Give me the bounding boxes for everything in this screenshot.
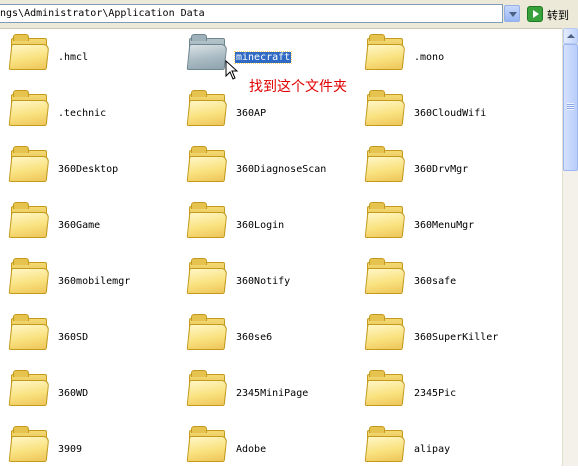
- folder-item[interactable]: 360DiagnoseScan: [186, 144, 365, 194]
- folder-item[interactable]: 360mobilemgr: [8, 256, 187, 306]
- folder-item[interactable]: .technic: [8, 88, 187, 138]
- go-label: 转到: [547, 9, 569, 22]
- go-button[interactable]: 转到: [525, 4, 578, 24]
- folder-item[interactable]: 360Game: [8, 200, 187, 250]
- folder-name: 2345Pic: [414, 388, 457, 399]
- folder-icon: [186, 258, 228, 294]
- folder-icon: [186, 146, 228, 182]
- folder-item[interactable]: 360Notify: [186, 256, 365, 306]
- folder-item[interactable]: .hmcl: [8, 32, 187, 82]
- folder-name: 360Notify: [236, 276, 291, 287]
- folder-item[interactable]: alipay: [364, 424, 543, 474]
- folder-icon: [364, 314, 406, 350]
- scroll-up-arrow-icon[interactable]: [563, 28, 578, 44]
- folder-item[interactable]: 3909: [8, 424, 187, 474]
- folder-icon: [186, 314, 228, 350]
- folder-icon: [8, 202, 50, 238]
- folder-name: 360Desktop: [58, 164, 119, 175]
- folder-item[interactable]: .mono: [364, 32, 543, 82]
- folder-icon: [364, 202, 406, 238]
- folder-name: Adobe: [236, 444, 267, 455]
- folder-item[interactable]: 360SuperKiller: [364, 312, 543, 362]
- folder-icon: [186, 202, 228, 238]
- folder-name: 360Game: [58, 220, 101, 231]
- folder-name: 360mobilemgr: [58, 276, 131, 287]
- folder-icon: [8, 90, 50, 126]
- folder-name: 360SD: [58, 332, 89, 343]
- folder-name: 3909: [58, 444, 83, 455]
- folder-name: 360WD: [58, 388, 89, 399]
- folder-item[interactable]: 360WD: [8, 368, 187, 418]
- folder-icon: [186, 426, 228, 462]
- folder-icon: [364, 258, 406, 294]
- folder-icon: [186, 370, 228, 406]
- address-toolbar: ngs\Administrator\Application Data 转到: [0, 0, 578, 29]
- folder-name: 360AP: [236, 108, 267, 119]
- folder-name: 360DiagnoseScan: [236, 164, 327, 175]
- folder-icon: [186, 34, 228, 70]
- folder-item[interactable]: 2345MiniPage: [186, 368, 365, 418]
- folder-name: 360se6: [236, 332, 273, 343]
- folder-name: 360Login: [236, 220, 285, 231]
- vertical-scrollbar[interactable]: [562, 28, 578, 466]
- folder-icon: [364, 370, 406, 406]
- folder-icon: [8, 370, 50, 406]
- folder-item[interactable]: 360Login: [186, 200, 365, 250]
- folder-name: 360MenuMgr: [414, 220, 475, 231]
- folder-name: .mono: [414, 52, 445, 63]
- folder-name: 360CloudWifi: [414, 108, 487, 119]
- address-path: ngs\Administrator\Application Data: [0, 8, 205, 19]
- folder-item[interactable]: 360DrvMgr: [364, 144, 543, 194]
- go-arrow-icon: [527, 6, 543, 22]
- annotation-text: 找到这个文件夹: [249, 79, 347, 95]
- address-input[interactable]: ngs\Administrator\Application Data: [0, 4, 503, 23]
- folder-name: minecraft: [233, 51, 293, 64]
- scroll-thumb[interactable]: [563, 44, 578, 171]
- folder-item[interactable]: 360Desktop: [8, 144, 187, 194]
- folder-item-selected[interactable]: minecraft: [186, 32, 365, 82]
- folder-item[interactable]: 360MenuMgr: [364, 200, 543, 250]
- folder-icon: [8, 34, 50, 70]
- folder-name: 2345MiniPage: [236, 388, 309, 399]
- folder-icon: [364, 90, 406, 126]
- folder-icon: [186, 90, 228, 126]
- folder-item[interactable]: 2345Pic: [364, 368, 543, 418]
- folder-icon: [364, 426, 406, 462]
- folder-item[interactable]: Adobe: [186, 424, 365, 474]
- folder-name: 360SuperKiller: [414, 332, 499, 343]
- folder-icon: [8, 258, 50, 294]
- folder-item[interactable]: 360SD: [8, 312, 187, 362]
- folder-icon: [8, 426, 50, 462]
- folder-icon: [364, 146, 406, 182]
- folder-icon: [364, 34, 406, 70]
- folder-item[interactable]: 360se6: [186, 312, 365, 362]
- folder-icon: [8, 314, 50, 350]
- folder-name: 360safe: [414, 276, 457, 287]
- folder-icon: [8, 146, 50, 182]
- folder-name: .hmcl: [58, 52, 89, 63]
- folder-name: .technic: [58, 108, 107, 119]
- folder-item[interactable]: 360safe: [364, 256, 543, 306]
- folder-item[interactable]: 360CloudWifi: [364, 88, 543, 138]
- folder-name: 360DrvMgr: [414, 164, 469, 175]
- mouse-pointer-icon: [225, 60, 239, 80]
- folder-name: alipay: [414, 444, 451, 455]
- chevron-down-icon[interactable]: [504, 5, 520, 22]
